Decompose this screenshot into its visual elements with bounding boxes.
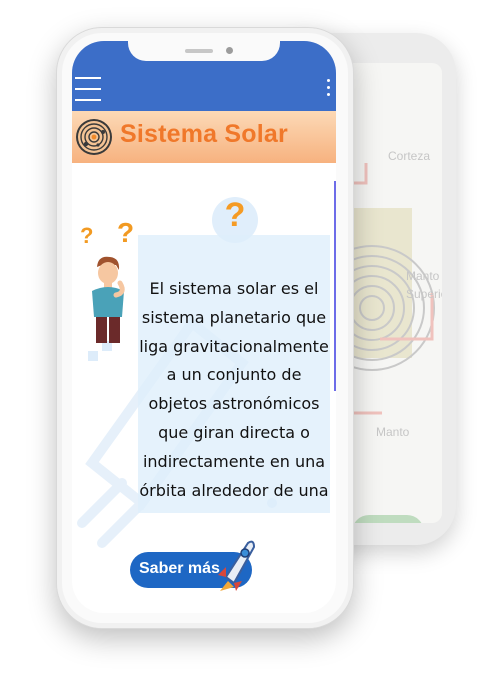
front-camera	[226, 47, 233, 54]
saber-mas-label: Saber más	[139, 560, 220, 577]
hamburger-menu-icon[interactable]	[75, 77, 101, 103]
phone-notch	[128, 41, 280, 61]
solar-system-icon	[76, 119, 112, 155]
title-bar: Sistema Solar	[72, 111, 336, 163]
phone-screen: Sistema Solar ? ? ? El sistema solar es …	[72, 41, 336, 613]
background-menu-button: nú	[352, 515, 424, 523]
question-mark-icon: ?	[224, 196, 246, 234]
question-mark-icon-left: ?	[80, 223, 94, 248]
scrollbar[interactable]	[334, 181, 336, 391]
rocket-icon	[218, 540, 256, 591]
corteza-label: Corteza	[388, 149, 431, 163]
phone-frame: Sistema Solar ? ? ? El sistema solar es …	[56, 27, 354, 629]
speaker-grille	[185, 49, 213, 53]
description-text: El sistema solar es el sistema planetari…	[139, 279, 329, 500]
manto-label: Manto	[376, 425, 410, 439]
main-content: ? ? ? El sistema solar es el sistema pla…	[72, 163, 336, 613]
thinking-boy-illustration	[92, 256, 125, 343]
page-title: Sistema Solar	[120, 120, 288, 148]
more-vertical-icon[interactable]	[326, 79, 332, 99]
manto-superior-label: Manto Superior	[406, 269, 442, 301]
question-mark-icon-right: ?	[117, 217, 135, 248]
